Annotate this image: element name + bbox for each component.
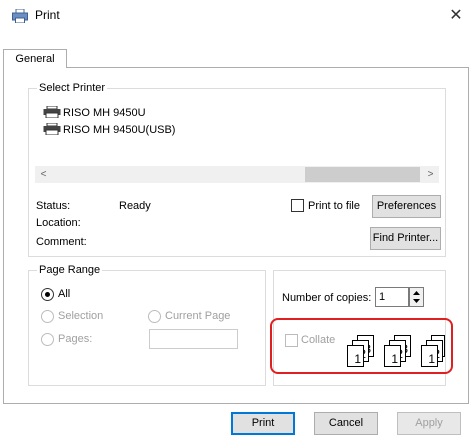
status-value: Ready bbox=[119, 200, 151, 212]
printer-list-item[interactable]: RISO MH 9450U bbox=[43, 106, 146, 120]
print-button[interactable]: Print bbox=[231, 412, 295, 435]
find-printer-button[interactable]: Find Printer... bbox=[370, 227, 441, 250]
comment-label: Comment: bbox=[36, 236, 87, 248]
printer-icon bbox=[12, 9, 28, 23]
select-printer-legend: Select Printer bbox=[37, 81, 108, 95]
printer-name: RISO MH 9450U bbox=[63, 107, 146, 119]
number-of-copies-label: Number of copies: bbox=[282, 292, 372, 304]
copies-input[interactable]: 1 bbox=[375, 287, 409, 307]
page-range-group: Page Range All Selection Current Page Pa… bbox=[28, 263, 266, 386]
printer-icon bbox=[43, 123, 61, 135]
scroll-thumb[interactable] bbox=[305, 167, 420, 182]
scroll-right-icon[interactable]: > bbox=[422, 166, 439, 183]
selection-label[interactable]: Selection bbox=[58, 309, 103, 323]
select-printer-group: Select Printer RISO MH 9450U RISO MH 945… bbox=[28, 81, 446, 257]
spin-arrows-icon bbox=[413, 291, 420, 303]
print-to-file-checkbox[interactable] bbox=[291, 199, 304, 212]
status-label: Status: bbox=[36, 200, 71, 212]
apply-button[interactable]: Apply bbox=[397, 412, 461, 435]
printer-list-item[interactable]: RISO MH 9450U(USB) bbox=[43, 123, 175, 137]
location-label: Location: bbox=[36, 217, 81, 229]
collate-highlight-annotation bbox=[270, 318, 453, 374]
pages-label[interactable]: Pages: bbox=[58, 332, 92, 346]
page-range-legend: Page Range bbox=[37, 263, 103, 277]
printer-icon bbox=[43, 106, 61, 118]
scroll-left-icon[interactable]: < bbox=[35, 166, 52, 183]
selection-radio[interactable] bbox=[41, 310, 54, 323]
all-label[interactable]: All bbox=[58, 287, 70, 301]
cancel-button[interactable]: Cancel bbox=[314, 412, 378, 435]
horizontal-scrollbar[interactable]: < > bbox=[35, 166, 439, 183]
window-title: Print bbox=[35, 8, 60, 22]
print-to-file-label[interactable]: Print to file bbox=[308, 199, 360, 213]
current-page-label[interactable]: Current Page bbox=[165, 309, 230, 323]
title-bar: Print ✕ bbox=[0, 0, 473, 32]
close-icon[interactable]: ✕ bbox=[443, 3, 469, 29]
current-page-radio[interactable] bbox=[148, 310, 161, 323]
all-radio[interactable] bbox=[41, 288, 54, 301]
pages-input[interactable] bbox=[149, 329, 238, 349]
tab-general[interactable]: General bbox=[3, 49, 67, 68]
copies-stepper[interactable] bbox=[409, 287, 424, 307]
printer-name: RISO MH 9450U(USB) bbox=[63, 124, 176, 136]
pages-radio[interactable] bbox=[41, 333, 54, 346]
preferences-button[interactable]: Preferences bbox=[372, 195, 441, 218]
